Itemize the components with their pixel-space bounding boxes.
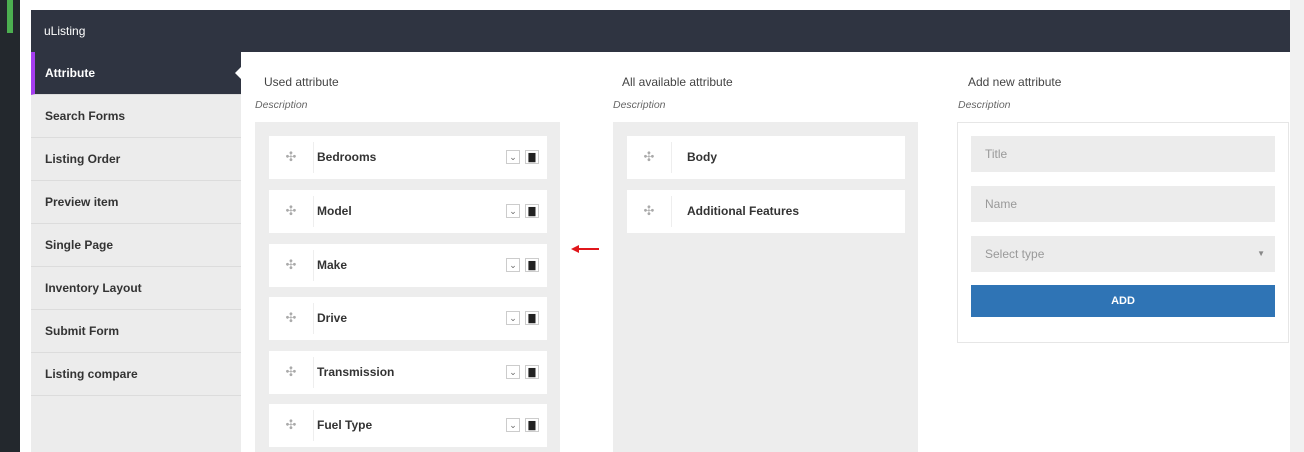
move-icon[interactable]: ✣	[641, 149, 657, 165]
type-select[interactable]: Select type ▼	[971, 236, 1275, 272]
divider	[313, 357, 314, 388]
available-attribute-list: ✣ Body ✣ Additional Features	[613, 122, 918, 452]
sidebar-item-listing-compare[interactable]: Listing compare	[31, 353, 241, 396]
divider	[671, 196, 672, 227]
divider	[313, 142, 314, 173]
active-caret	[235, 67, 241, 79]
add-attribute-title: Add new attribute	[968, 75, 1062, 89]
used-attribute-item[interactable]: ✣ Bedrooms ⌄ ▇	[269, 136, 547, 179]
sidebar-item-single-page[interactable]: Single Page	[31, 224, 241, 267]
available-attribute-title: All available attribute	[622, 75, 733, 89]
sidebar-item-label: Preview item	[45, 195, 119, 209]
chevron-down-icon[interactable]: ⌄	[506, 365, 520, 379]
used-attribute-title: Used attribute	[264, 75, 339, 89]
sidebar-item-label: Search Forms	[45, 109, 126, 123]
chevron-down-icon[interactable]: ⌄	[506, 258, 520, 272]
sidebar-item-label: Submit Form	[45, 324, 119, 338]
attribute-name: Fuel Type	[317, 418, 373, 432]
settings-sidebar: Attribute Search Forms Listing Order Pre…	[31, 52, 241, 452]
scroll-gutter	[1290, 0, 1304, 452]
trash-icon[interactable]: ▇	[525, 204, 539, 218]
sidebar-item-label: Listing compare	[45, 367, 138, 381]
chevron-down-icon[interactable]: ⌄	[506, 311, 520, 325]
attribute-name: Model	[317, 204, 352, 218]
available-attribute-item[interactable]: ✣ Body	[627, 136, 905, 179]
sidebar-item-attribute[interactable]: Attribute	[31, 52, 241, 95]
divider	[313, 410, 314, 441]
divider	[313, 250, 314, 281]
move-icon[interactable]: ✣	[283, 203, 299, 219]
chevron-down-icon[interactable]: ⌄	[506, 204, 520, 218]
attribute-name: Bedrooms	[317, 150, 377, 164]
sidebar-item-preview-item[interactable]: Preview item	[31, 181, 241, 224]
arrow-left-icon	[571, 245, 599, 253]
admin-sidebar-strip	[0, 0, 20, 452]
trash-icon[interactable]: ▇	[525, 150, 539, 164]
trash-icon[interactable]: ▇	[525, 365, 539, 379]
used-attribute-item[interactable]: ✣ Fuel Type ⌄ ▇	[269, 404, 547, 447]
sidebar-item-label: Inventory Layout	[45, 281, 142, 295]
attribute-name: Drive	[317, 311, 348, 325]
move-icon[interactable]: ✣	[283, 417, 299, 433]
add-button[interactable]: ADD	[971, 285, 1275, 317]
divider	[313, 303, 314, 334]
divider	[313, 196, 314, 227]
move-icon[interactable]: ✣	[283, 364, 299, 380]
active-indicator	[7, 0, 13, 33]
available-attribute-description: Description	[613, 99, 666, 111]
move-icon[interactable]: ✣	[283, 149, 299, 165]
available-attribute-item[interactable]: ✣ Additional Features	[627, 190, 905, 233]
attribute-name: Make	[317, 258, 348, 272]
add-attribute-description: Description	[958, 99, 1011, 111]
attribute-name: Transmission	[317, 365, 395, 379]
name-input[interactable]: Name	[971, 186, 1275, 222]
title-input[interactable]: Title	[971, 136, 1275, 172]
used-attribute-item[interactable]: ✣ Model ⌄ ▇	[269, 190, 547, 233]
app-title: uListing	[44, 24, 86, 38]
sidebar-item-submit-form[interactable]: Submit Form	[31, 310, 241, 353]
move-icon[interactable]: ✣	[283, 257, 299, 273]
attribute-name: Additional Features	[687, 204, 800, 218]
used-attribute-item[interactable]: ✣ Drive ⌄ ▇	[269, 297, 547, 340]
sidebar-item-search-forms[interactable]: Search Forms	[31, 95, 241, 138]
chevron-down-icon[interactable]: ⌄	[506, 418, 520, 432]
used-attribute-item[interactable]: ✣ Transmission ⌄ ▇	[269, 351, 547, 394]
divider	[671, 142, 672, 173]
trash-icon[interactable]: ▇	[525, 418, 539, 432]
chevron-down-icon[interactable]: ⌄	[506, 150, 520, 164]
sidebar-item-label: Single Page	[45, 238, 114, 252]
trash-icon[interactable]: ▇	[525, 311, 539, 325]
attribute-name: Body	[687, 150, 717, 164]
used-attribute-description: Description	[255, 99, 308, 111]
caret-down-icon: ▼	[1257, 249, 1265, 258]
add-attribute-form: Title Name Select type ▼ ADD	[957, 122, 1289, 343]
sidebar-item-inventory-layout[interactable]: Inventory Layout	[31, 267, 241, 310]
used-attribute-list: ✣ Bedrooms ⌄ ▇ ✣ Model ⌄ ▇ ✣ Make ⌄ ▇ ✣ …	[255, 122, 560, 452]
type-select-label: Select type	[985, 247, 1045, 261]
move-icon[interactable]: ✣	[283, 310, 299, 326]
used-attribute-item[interactable]: ✣ Make ⌄ ▇	[269, 244, 547, 287]
app-header: uListing	[31, 10, 1290, 52]
sidebar-item-label: Attribute	[45, 66, 95, 80]
sidebar-item-label: Listing Order	[45, 152, 121, 166]
sidebar-item-listing-order[interactable]: Listing Order	[31, 138, 241, 181]
move-icon[interactable]: ✣	[641, 203, 657, 219]
trash-icon[interactable]: ▇	[525, 258, 539, 272]
